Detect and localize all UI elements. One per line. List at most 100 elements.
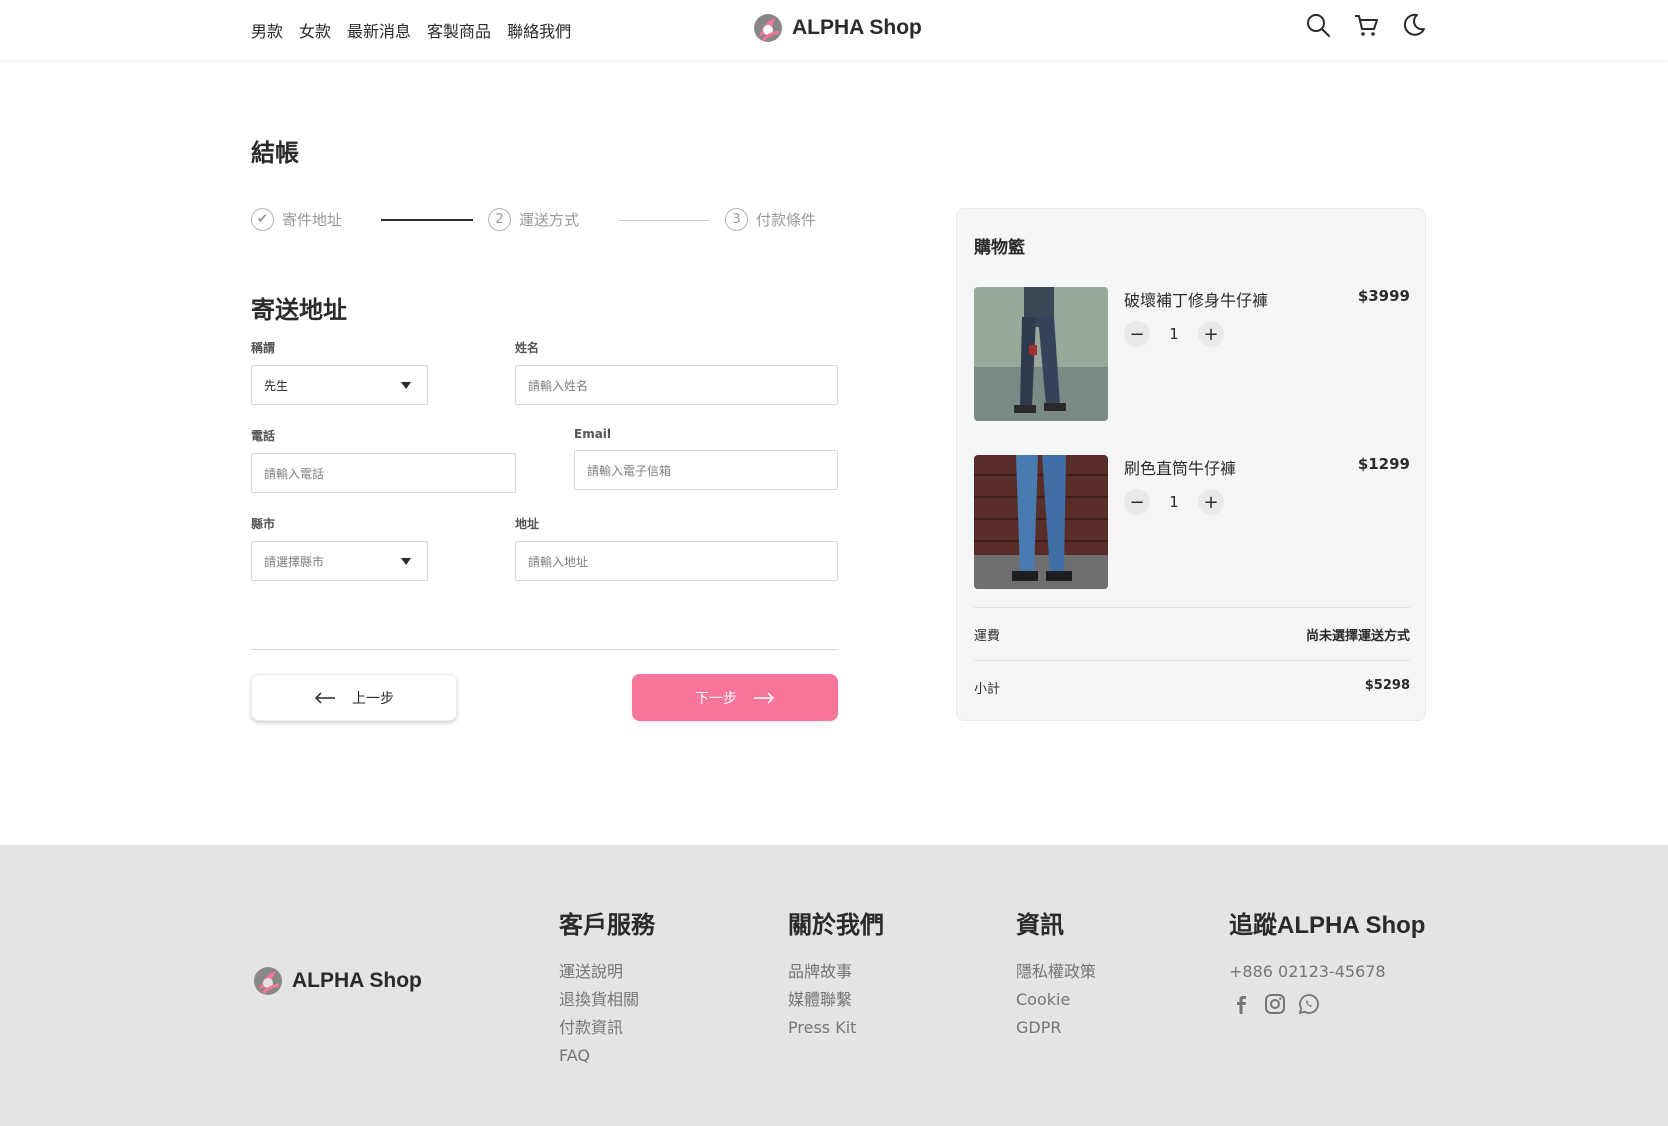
search-icon[interactable]	[1305, 12, 1331, 38]
logo-mark-icon	[754, 14, 782, 42]
next-step-label: 下一步	[695, 690, 737, 707]
nav-item-men[interactable]: 男款	[251, 18, 283, 42]
subtotal-label: 小計	[974, 682, 1001, 697]
shipping-value: 尚未選擇運送方式	[1305, 629, 1410, 644]
select-placeholder: 請選擇縣市	[264, 554, 325, 569]
social-links	[1229, 992, 1425, 1016]
footer-col-title: 資訊	[1016, 912, 1064, 939]
step-address: ✔ 寄件地址	[251, 208, 342, 231]
minus-icon[interactable]: −	[1124, 489, 1150, 515]
site-footer: ALPHA Shop 客戶服務 運送說明 退換貨相關 付款資訊 FAQ 關於我們…	[0, 845, 1668, 1126]
minus-icon[interactable]: −	[1124, 321, 1150, 347]
cart-divider	[974, 660, 1410, 661]
footer-link[interactable]: Cookie	[1016, 986, 1096, 1014]
subtotal-row: 小計 $5298	[974, 678, 1410, 697]
footer-col-follow: 追蹤ALPHA Shop +886 02123-45678	[1229, 905, 1425, 1016]
header-logo[interactable]: ALPHA Shop	[752, 12, 922, 44]
address-field: 地址 請輸入地址	[515, 515, 838, 581]
prev-step-label: 上一步	[352, 690, 394, 707]
cart-divider	[974, 607, 1410, 608]
plus-icon[interactable]: +	[1198, 321, 1224, 347]
nav-item-contact[interactable]: 聯絡我們	[507, 18, 571, 42]
product-name: 破壞補丁修身牛仔褲	[1124, 291, 1269, 310]
select-value: 先生	[264, 378, 289, 393]
next-step-button[interactable]: 下一步	[632, 674, 838, 721]
cart-panel: 購物籃 破壞補丁修身牛仔褲 $3999 − 1 + 刷色直筒牛仔褲 $1299 …	[956, 208, 1426, 721]
brand-name: ALPHA Shop	[792, 16, 922, 39]
footer-link[interactable]: 退換貨相關	[559, 986, 655, 1014]
arrow-left-icon	[314, 691, 335, 704]
quantity-stepper: − 1 +	[1124, 489, 1224, 515]
moon-icon[interactable]	[1401, 12, 1427, 38]
caret-down-icon	[401, 382, 411, 389]
shipping-row: 運費 尚未選擇運送方式	[974, 625, 1410, 644]
field-label: 姓名	[515, 341, 540, 355]
salutation-field: 稱謂 先生	[251, 339, 428, 405]
footer-link[interactable]: 隱私權政策	[1016, 958, 1096, 986]
footer-link[interactable]: GDPR	[1016, 1014, 1096, 1042]
footer-col-service: 客戶服務 運送說明 退換貨相關 付款資訊 FAQ	[559, 905, 655, 1070]
name-input[interactable]: 請輸入姓名	[515, 365, 838, 405]
address-input[interactable]: 請輸入地址	[515, 541, 838, 581]
quantity-value: 1	[1169, 325, 1179, 343]
product-image	[974, 455, 1108, 589]
prev-step-button[interactable]: 上一步	[251, 674, 457, 721]
footer-col-title: 客戶服務	[559, 912, 655, 939]
site-header: 男款 女款 最新消息 客製商品 聯絡我們 ALPHA Shop	[0, 0, 1668, 60]
step-number: 2	[488, 208, 511, 231]
header-actions	[1305, 12, 1427, 38]
facebook-icon[interactable]	[1229, 992, 1253, 1016]
cart-title: 購物籃	[974, 238, 1025, 258]
nav-item-news[interactable]: 最新消息	[347, 18, 411, 42]
city-field: 縣市 請選擇縣市	[251, 515, 428, 581]
whatsapp-icon[interactable]	[1297, 992, 1321, 1016]
field-label: 縣市	[251, 517, 276, 531]
footer-col-about: 關於我們 品牌故事 媒體聯繫 Press Kit	[788, 905, 884, 1042]
footer-link[interactable]: 運送說明	[559, 958, 655, 986]
cart-item: 刷色直筒牛仔褲 $1299 − 1 +	[974, 455, 1410, 589]
field-label: 地址	[515, 517, 540, 531]
step-check-icon: ✔	[251, 208, 274, 231]
product-image	[974, 287, 1108, 421]
product-price: $3999	[1357, 287, 1410, 305]
main-nav: 男款 女款 最新消息 客製商品 聯絡我們	[251, 18, 571, 42]
arrow-right-icon	[754, 691, 775, 704]
field-label: Email	[574, 427, 612, 441]
footer-link[interactable]: 媒體聯繫	[788, 986, 884, 1014]
phone-input[interactable]: 請輸入電話	[251, 453, 516, 493]
footer-link[interactable]: 付款資訊	[559, 1014, 655, 1042]
cart-icon[interactable]	[1353, 12, 1379, 38]
footer-logo[interactable]: ALPHA Shop	[252, 965, 422, 997]
footer-phone[interactable]: +886 02123-45678	[1229, 958, 1425, 986]
city-select[interactable]: 請選擇縣市	[251, 541, 428, 581]
footer-link[interactable]: FAQ	[559, 1042, 655, 1070]
email-input[interactable]: 請輸入電子信箱	[574, 450, 838, 490]
step-connector	[618, 220, 710, 221]
logo-mark-icon	[254, 967, 282, 995]
field-label: 電話	[251, 429, 276, 443]
plus-icon[interactable]: +	[1198, 489, 1224, 515]
shipping-label: 運費	[974, 629, 1001, 644]
product-price: $1299	[1357, 455, 1410, 473]
nav-item-custom[interactable]: 客製商品	[427, 18, 491, 42]
email-field: Email 請輸入電子信箱	[574, 427, 838, 490]
footer-col-title: 關於我們	[788, 912, 884, 939]
footer-col-title: 追蹤ALPHA Shop	[1229, 912, 1426, 939]
cart-item: 破壞補丁修身牛仔褲 $3999 − 1 +	[974, 287, 1410, 421]
footer-link[interactable]: Press Kit	[788, 1014, 884, 1042]
caret-down-icon	[401, 558, 411, 565]
footer-link[interactable]: 品牌故事	[788, 958, 884, 986]
step-number: 3	[725, 208, 748, 231]
instagram-icon[interactable]	[1263, 992, 1287, 1016]
checkout-stepper: ✔ 寄件地址 2 運送方式 3 付款條件	[251, 208, 821, 232]
step-label: 付款條件	[756, 211, 817, 229]
nav-item-women[interactable]: 女款	[299, 18, 331, 42]
step-payment: 3 付款條件	[725, 208, 816, 231]
product-name: 刷色直筒牛仔褲	[1124, 459, 1237, 478]
quantity-stepper: − 1 +	[1124, 321, 1224, 347]
step-label: 寄件地址	[282, 211, 343, 229]
salutation-select[interactable]: 先生	[251, 365, 428, 405]
phone-field: 電話 請輸入電話	[251, 427, 516, 493]
footer-col-info: 資訊 隱私權政策 Cookie GDPR	[1016, 905, 1096, 1042]
subtotal-value: $5298	[1364, 678, 1410, 693]
